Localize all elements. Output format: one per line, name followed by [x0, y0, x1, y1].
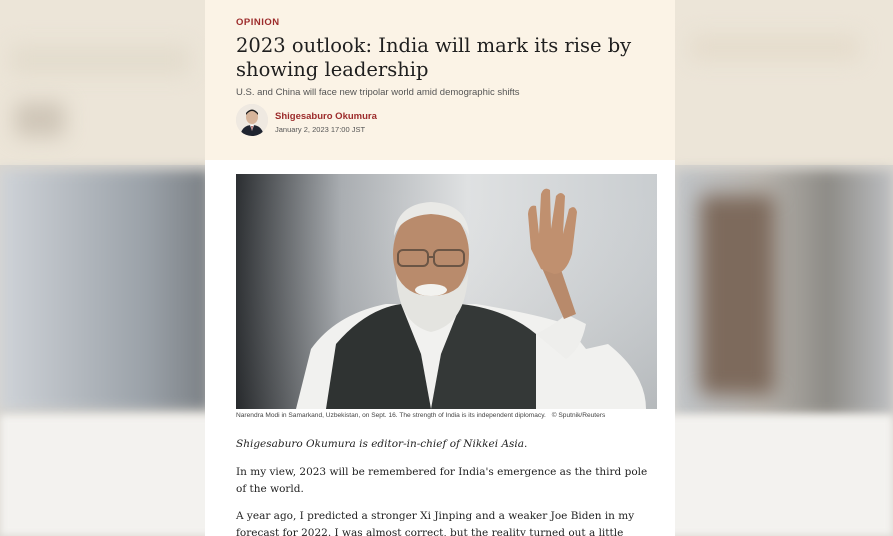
- author-name[interactable]: Shigesaburo Okumura: [275, 111, 377, 122]
- backdrop-blur-shape: [15, 102, 65, 137]
- author-note: Shigesaburo Okumura is editor-in-chief o…: [236, 438, 528, 450]
- photo-credit: © Sputnik/Reuters: [551, 412, 606, 419]
- backdrop-image-left: [0, 170, 210, 410]
- author-byline: Shigesaburo Okumura January 2, 2023 17:0…: [236, 104, 536, 138]
- author-avatar[interactable]: [236, 104, 268, 136]
- photo-caption: Narendra Modi in Samarkand, Uzbekistan, …: [236, 412, 675, 419]
- body-paragraph: A year ago, I predicted a stronger Xi Ji…: [236, 510, 635, 536]
- article-headline: 2023 outlook: India will mark its rise b…: [236, 34, 632, 81]
- article-subheadline: U.S. and China will face new tripolar wo…: [236, 87, 520, 98]
- backdrop-blur-shape: [700, 195, 775, 395]
- article-photo: [236, 174, 657, 409]
- article-card: OPINION 2023 outlook: India will mark it…: [205, 0, 675, 536]
- backdrop-blur-shape: [10, 45, 190, 75]
- author-portrait-icon: [236, 104, 268, 136]
- caption-text: Narendra Modi in Samarkand, Uzbekistan, …: [236, 412, 546, 419]
- backdrop-blur-shape: [690, 35, 860, 60]
- publish-date: January 2, 2023 17:00 JST: [275, 125, 366, 134]
- section-kicker[interactable]: OPINION: [236, 17, 280, 28]
- photo-illustration: [236, 174, 657, 409]
- body-paragraph: In my view, 2023 will be remembered for …: [236, 466, 648, 495]
